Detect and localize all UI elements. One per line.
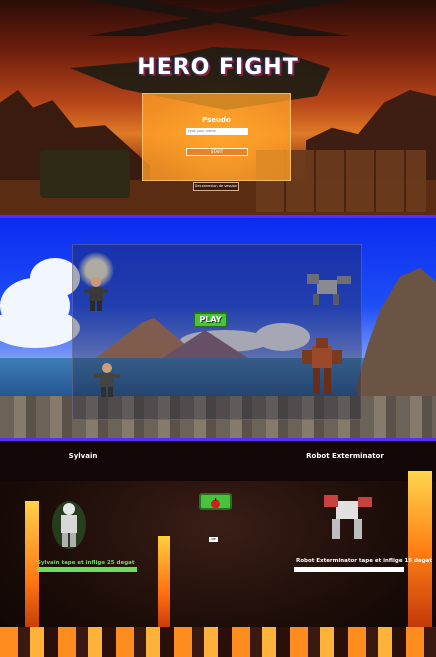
- helicopter-rotor-decoration: [0, 0, 436, 36]
- player2-attack-log: Robot Exterminator tape et inflige 15 de…: [296, 558, 432, 564]
- lavafall-decoration: [158, 536, 170, 636]
- login-screen: HERO FIGHT Pseudo START Deconnexion de s…: [0, 0, 436, 216]
- player1-attack-log: Sylvain tape et inflige 25 degat: [37, 560, 135, 566]
- lobby-screen: PLAY: [0, 218, 436, 438]
- play-button[interactable]: PLAY: [193, 312, 228, 328]
- lavafall-decoration: [25, 501, 39, 631]
- login-form: Pseudo START: [142, 93, 291, 181]
- player1-name: Sylvain: [68, 452, 98, 460]
- player2-health-bar: [294, 567, 404, 572]
- hero-character-sprite[interactable]: [93, 362, 121, 398]
- apple-icon: [211, 498, 220, 509]
- player2-sprite: [324, 495, 372, 539]
- robot-character-sprite[interactable]: [302, 338, 342, 396]
- cloud: [0, 308, 80, 348]
- status-badge: ME: [209, 537, 218, 542]
- cave-ceiling: [0, 441, 436, 481]
- lavafall-decoration: [408, 471, 432, 631]
- robot-character-sprite[interactable]: [303, 272, 353, 306]
- attack-button[interactable]: [199, 493, 232, 510]
- lava-floor: [0, 627, 436, 657]
- player1-sprite: [52, 501, 86, 549]
- start-button[interactable]: START: [186, 148, 248, 156]
- player1-health-bar: [37, 567, 137, 572]
- pseudo-input[interactable]: [186, 128, 248, 135]
- logout-button[interactable]: Deconnexion de session: [193, 182, 239, 191]
- player2-health-fill: [294, 567, 404, 572]
- game-title: HERO FIGHT: [137, 55, 299, 80]
- pseudo-label: Pseudo: [202, 116, 231, 124]
- player1-health-fill: [37, 567, 137, 572]
- combat-screen: Sylvain Robot Exterminator ME Sylvain ta…: [0, 441, 436, 657]
- player2-name: Robot Exterminator: [306, 452, 384, 460]
- hero-character-sprite[interactable]: [82, 276, 110, 312]
- truck-decoration: [40, 150, 130, 198]
